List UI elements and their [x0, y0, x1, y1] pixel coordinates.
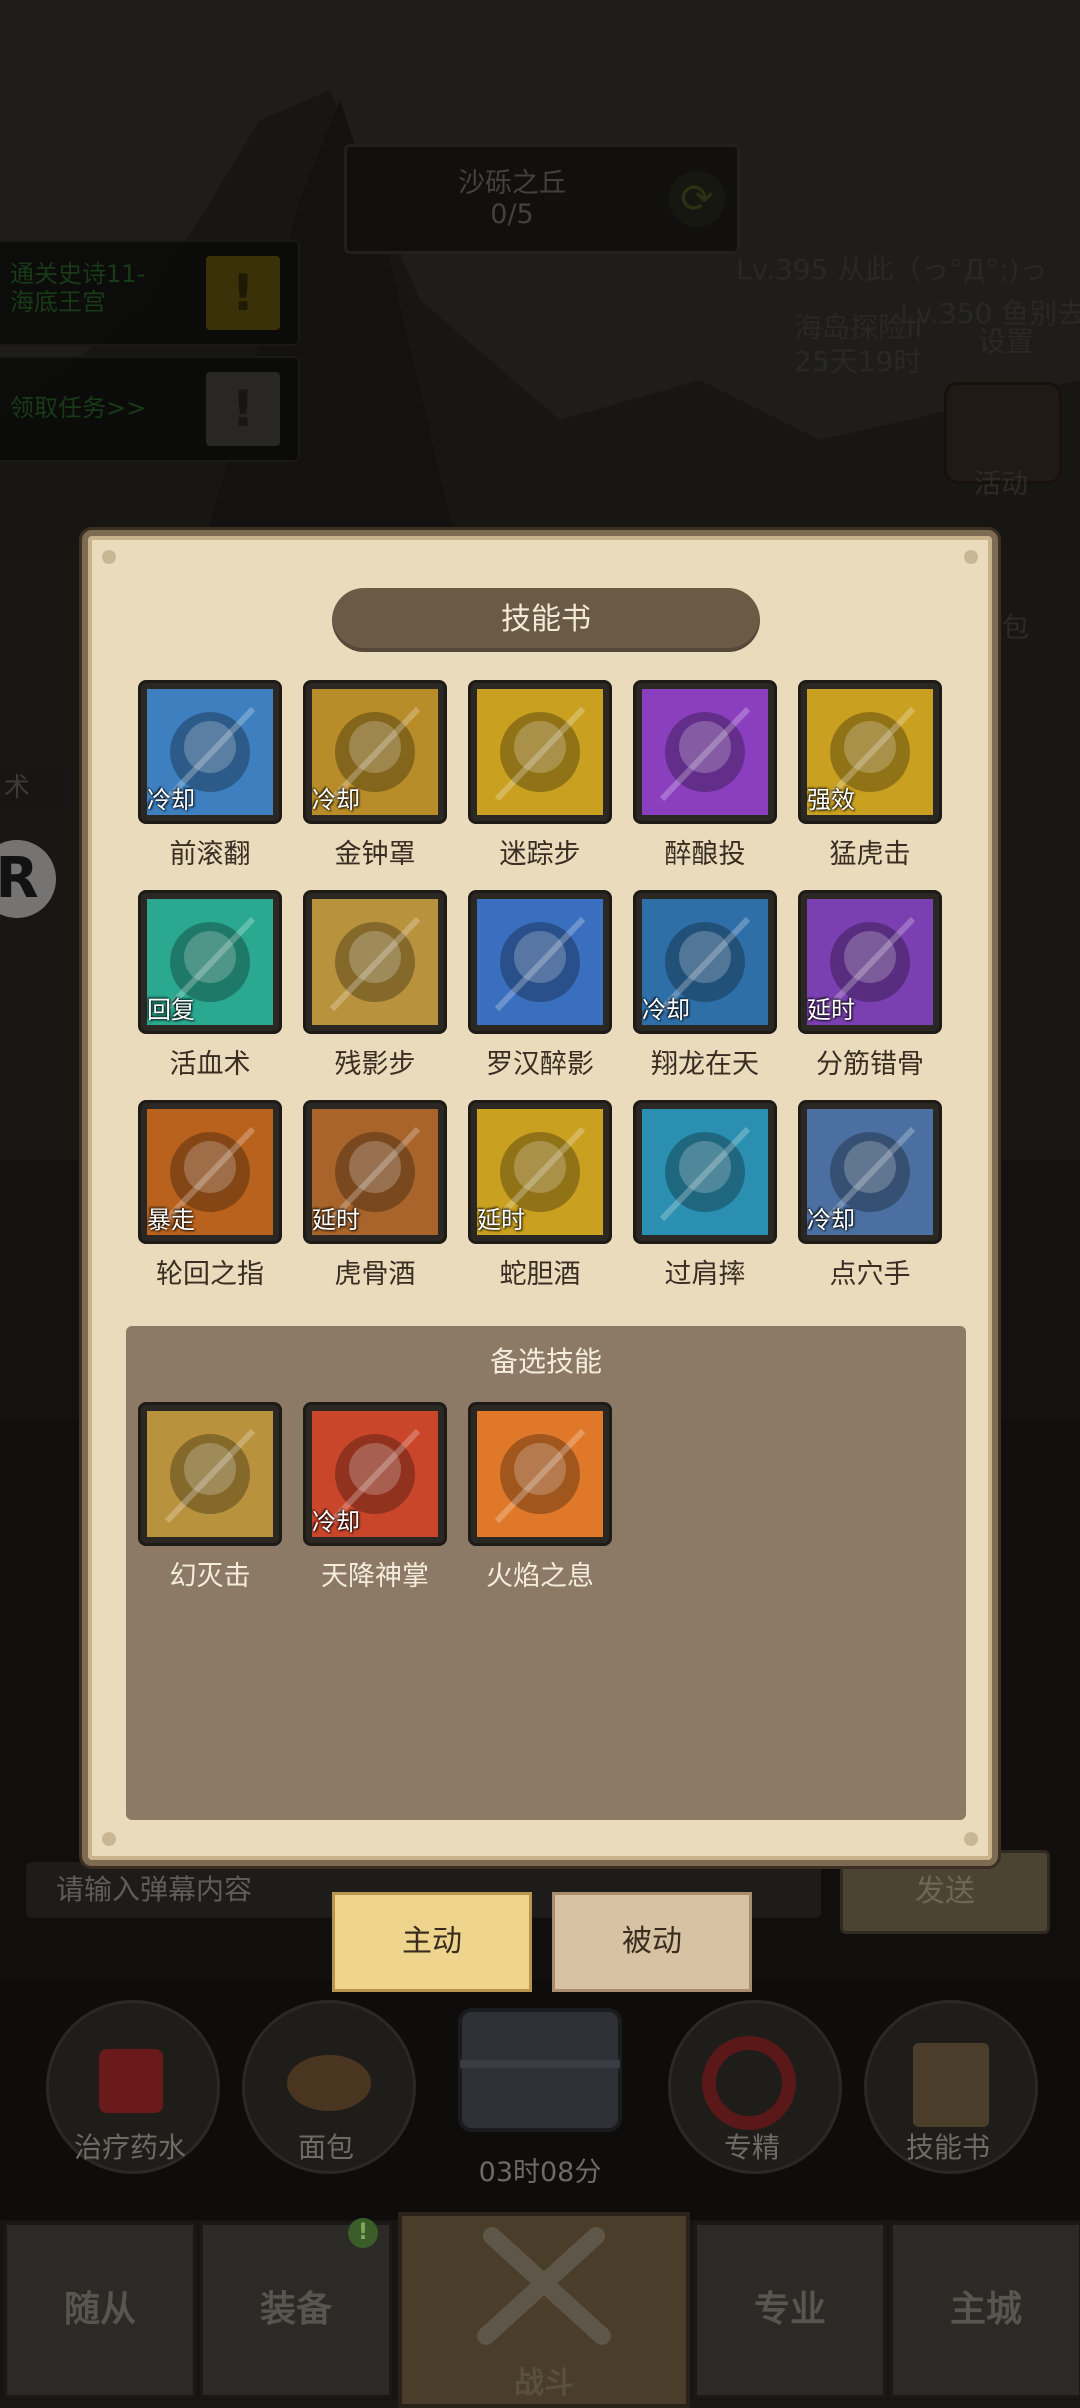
potion-label: 治疗药水: [73, 2131, 186, 2164]
skill-name: 活血术: [169, 1049, 251, 1080]
panel-rivet: [964, 550, 978, 564]
skill-name: 虎骨酒: [334, 1259, 416, 1290]
skill-status-tag: 暴走: [147, 1206, 195, 1234]
skill-name: 翔龙在天: [651, 1049, 759, 1080]
specialization-label: 专精: [723, 2131, 780, 2164]
skill-name: 蛇胆酒: [499, 1259, 581, 1290]
skill-status-tag: 回复: [147, 996, 195, 1024]
skill-slot[interactable]: 火焰之息: [468, 1402, 618, 1593]
skill-slot[interactable]: 迷踪步: [468, 680, 618, 871]
skill-slot[interactable]: 冷却点穴手: [798, 1100, 948, 1291]
tab-passive-skills[interactable]: 被动: [552, 1892, 752, 1992]
alternative-skills-area: 备选技能 幻灭击 冷却 天降神掌 火焰之息: [126, 1326, 966, 1820]
skill-slot[interactable]: 回复活血术: [138, 890, 288, 1081]
nav-equipment[interactable]: 装备: [200, 2222, 392, 2398]
disillusion-strike-icon[interactable]: [138, 1402, 282, 1546]
tab-active-skills[interactable]: 主动: [332, 1892, 532, 1992]
bone-break-icon[interactable]: 延时: [798, 890, 942, 1034]
skill-book-panel: 技能书 冷却 前滚翻 冷却 金钟罩 迷踪步 醉酿投 强效 猛虎击 回复 活血术 残影步 罗汉醉影 冷却翔…: [82, 530, 998, 1866]
skill-status-tag: 延时: [807, 996, 855, 1024]
skill-slot[interactable]: 延时虎骨酒: [303, 1100, 453, 1291]
skill-slot[interactable]: 幻灭击: [138, 1402, 288, 1593]
skill-slot[interactable]: 强效猛虎击: [798, 680, 948, 871]
skill-status-tag: 冷却: [147, 786, 195, 814]
skill-name: 火焰之息: [486, 1561, 594, 1592]
skill-slot[interactable]: 冷却前滚翻: [138, 680, 288, 871]
tiger-fist-icon[interactable]: 强效: [798, 680, 942, 824]
pressure-point-icon[interactable]: 冷却: [798, 1100, 942, 1244]
skill-name: 残影步: [334, 1049, 416, 1080]
skill-name: 罗汉醉影: [486, 1049, 594, 1080]
skill-slot[interactable]: 冷却翔龙在天: [633, 890, 783, 1081]
skill-name: 点穴手: [829, 1259, 911, 1290]
skill-name: 分筋错骨: [816, 1049, 924, 1080]
skill-status-tag: 延时: [477, 1206, 525, 1234]
skill-name: 过肩摔: [664, 1259, 746, 1290]
notice-badge: !: [348, 2218, 378, 2248]
skill-slot[interactable]: 罗汉醉影: [468, 890, 618, 1081]
skill-status-tag: 强效: [807, 786, 855, 814]
snake-wine-icon[interactable]: 延时: [468, 1100, 612, 1244]
skill-slot[interactable]: 残影步: [303, 890, 453, 1081]
bread-label: 面包: [297, 2131, 354, 2164]
shadow-step-icon[interactable]: [468, 680, 612, 824]
alternative-skills-title: 备选技能: [489, 1345, 602, 1378]
skill-name: 前滚翻: [169, 839, 251, 870]
skill-name: 轮回之指: [156, 1259, 264, 1290]
skill-name: 猛虎击: [829, 839, 911, 870]
skill-status-tag: 冷却: [642, 996, 690, 1024]
tiger-wine-icon[interactable]: 延时: [303, 1100, 447, 1244]
skill-slot[interactable]: 过肩摔: [633, 1100, 783, 1291]
skill-name: 金钟罩: [334, 839, 416, 870]
heavenly-palm-icon[interactable]: 冷却: [303, 1402, 447, 1546]
treasure-chest-icon[interactable]: [440, 1990, 640, 2140]
skill-slot[interactable]: 冷却金钟罩: [303, 680, 453, 871]
roll-icon[interactable]: 冷却: [138, 680, 282, 824]
golden-bell-icon[interactable]: 冷却: [303, 680, 447, 824]
skill-name: 醉酿投: [664, 839, 746, 870]
afterimage-icon[interactable]: [303, 890, 447, 1034]
skill-name: 迷踪步: [499, 839, 581, 870]
dragon-icon[interactable]: 冷却: [633, 890, 777, 1034]
barrel-throw-icon[interactable]: [633, 680, 777, 824]
nav-followers[interactable]: 随从: [4, 2222, 196, 2398]
flame-breath-icon[interactable]: [468, 1402, 612, 1546]
panel-rivet: [102, 1832, 116, 1846]
skill-slot[interactable]: 暴走轮回之指: [138, 1100, 288, 1291]
skill-slot[interactable]: 醉酿投: [633, 680, 783, 871]
skill-slot[interactable]: 延时蛇胆酒: [468, 1100, 618, 1291]
skill-status-tag: 冷却: [312, 1508, 360, 1536]
nav-profession[interactable]: 专业: [694, 2222, 886, 2398]
skill-slot[interactable]: 延时分筋错骨: [798, 890, 948, 1081]
skill-status-tag: 延时: [312, 1206, 360, 1234]
panel-rivet: [964, 1832, 978, 1846]
skill-status-tag: 冷却: [312, 786, 360, 814]
skill-name: 天降神掌: [321, 1561, 429, 1592]
healing-hand-icon[interactable]: 回复: [138, 890, 282, 1034]
skill-name: 幻灭击: [169, 1561, 251, 1592]
reincarnation-finger-icon[interactable]: 暴走: [138, 1100, 282, 1244]
skill-book-label: 技能书: [905, 2131, 990, 2164]
shoulder-throw-icon[interactable]: [633, 1100, 777, 1244]
panel-title: 技能书: [332, 588, 760, 652]
nav-battle-label: 战斗: [514, 2366, 574, 2401]
skill-slot[interactable]: 冷却天降神掌: [303, 1402, 453, 1593]
chest-timer: 03时08分: [478, 2157, 602, 2188]
nav-main-city[interactable]: 主城: [890, 2222, 1080, 2398]
panel-rivet: [102, 550, 116, 564]
nav-battle[interactable]: 战斗: [398, 2212, 690, 2408]
crossed-swords-icon: [477, 2227, 611, 2345]
drunk-panda-icon[interactable]: [468, 890, 612, 1034]
skill-status-tag: 冷却: [807, 1206, 855, 1234]
